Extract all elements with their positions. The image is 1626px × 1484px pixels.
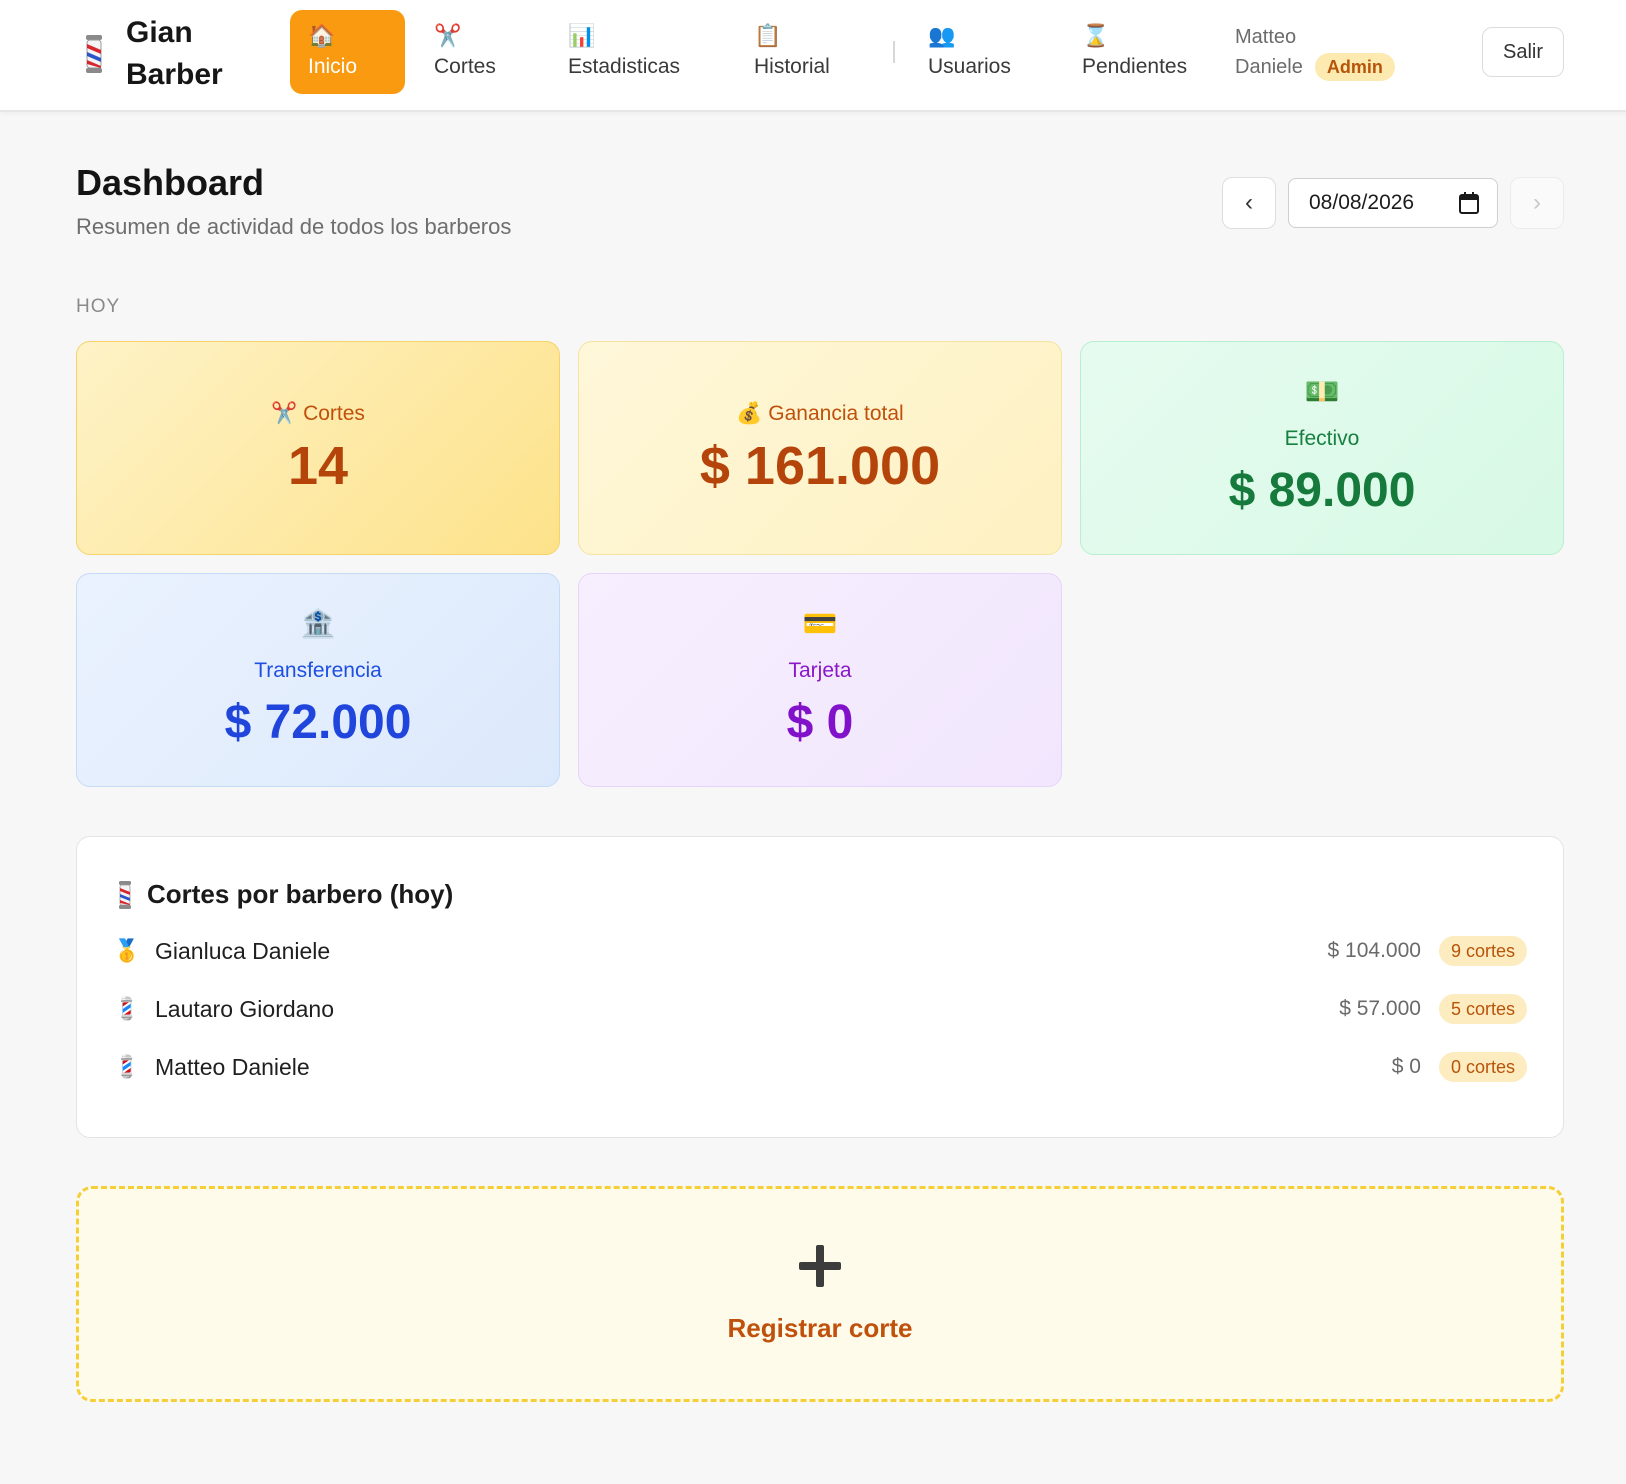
- cash-icon: 💵: [1304, 376, 1340, 407]
- barber-amount: $ 0: [1391, 1055, 1421, 1078]
- stat-label: Ganancia total: [768, 402, 904, 425]
- stat-card-efectivo: 💵 Efectivo $ 89.000: [1080, 341, 1564, 555]
- barber-name: Lautaro Giordano: [155, 995, 335, 1022]
- barber-cut-count: 9 cortes: [1438, 936, 1527, 966]
- barber-cut-count: 0 cortes: [1438, 1052, 1527, 1082]
- barber-row[interactable]: 🥇 Gianluca Daniele $ 104.000 9 cortes: [113, 931, 1527, 971]
- clipboard-icon: 📋: [754, 23, 782, 48]
- hourglass-icon: ⌛: [1082, 23, 1110, 48]
- stat-label: Transferencia: [254, 659, 382, 682]
- barber-summary-panel: Cortes por barbero (hoy) 🥇 Gianluca Dani…: [76, 836, 1564, 1138]
- nav-item-cortes[interactable]: ✂️ Cortes: [434, 10, 496, 94]
- stat-value: $ 0: [786, 696, 854, 749]
- section-label-today: HOY: [76, 296, 121, 317]
- user-info: Matteo Daniele Admin: [1235, 22, 1395, 82]
- stat-card-transferencia: 🏦 Transferencia $ 72.000: [76, 573, 560, 787]
- nav-item-historial[interactable]: 📋 Historial: [754, 10, 830, 94]
- bar-chart-icon: 📊: [568, 23, 596, 48]
- barber-amount: $ 57.000: [1339, 997, 1421, 1020]
- stat-value: $ 161.000: [699, 436, 941, 496]
- credit-card-icon: 💳: [802, 608, 838, 639]
- nav-item-pendientes[interactable]: ⌛ Pendientes: [1082, 10, 1187, 94]
- barber-pole-icon: [86, 35, 102, 73]
- barber-pole-icon: 💈: [113, 1054, 141, 1079]
- nav-item-inicio[interactable]: 🏠 Inicio: [290, 10, 405, 94]
- bank-icon: 🏦: [300, 608, 336, 639]
- role-badge: Admin: [1314, 53, 1395, 81]
- nav-item-label: Cortes: [434, 55, 496, 78]
- barber-name: Matteo Daniele: [155, 1053, 310, 1080]
- stat-label: Cortes: [303, 402, 365, 425]
- page-title: Dashboard: [76, 162, 265, 203]
- barber-name: Gianluca Daniele: [155, 937, 331, 964]
- barber-row[interactable]: 💈 Matteo Daniele $ 0 0 cortes: [113, 1047, 1527, 1087]
- brand-name-line2: Barber: [126, 58, 223, 91]
- date-value: 08/08/2026: [1309, 191, 1415, 214]
- nav-item-label: Estadisticas: [568, 55, 681, 78]
- nav-item-estadisticas[interactable]: 📊 Estadisticas: [568, 10, 680, 94]
- calendar-icon[interactable]: [1459, 192, 1479, 214]
- barber-amount: $ 104.000: [1327, 939, 1421, 962]
- users-icon: 👥: [928, 23, 956, 48]
- scissors-icon: ✂️: [434, 23, 462, 48]
- home-icon: 🏠: [308, 23, 336, 48]
- barber-pole-icon: [119, 880, 131, 909]
- user-first-name: Matteo: [1235, 26, 1297, 48]
- user-last-name: Daniele: [1235, 56, 1303, 78]
- nav-item-usuarios[interactable]: 👥 Usuarios: [928, 10, 1011, 94]
- brand-name-line1: Gian: [126, 16, 193, 49]
- stat-value: $ 89.000: [1228, 464, 1416, 517]
- prev-day-button[interactable]: ‹: [1222, 177, 1276, 229]
- register-cut-button[interactable]: Registrar corte: [76, 1186, 1564, 1402]
- nav-item-label: Historial: [754, 55, 830, 78]
- stat-value: $ 72.000: [224, 696, 412, 749]
- stat-value: 14: [287, 436, 349, 496]
- page-subtitle: Resumen de actividad de todos los barber…: [76, 214, 512, 239]
- barber-cut-count: 5 cortes: [1438, 994, 1527, 1024]
- date-input[interactable]: 08/08/2026: [1288, 178, 1498, 228]
- stat-card-cortes: ✂️ Cortes 14: [76, 341, 560, 555]
- nav-item-label: Pendientes: [1082, 55, 1188, 78]
- plus-icon: [799, 1244, 841, 1287]
- brand[interactable]: Gian Barber: [78, 12, 223, 96]
- stat-label: Tarjeta: [788, 659, 852, 682]
- logout-button[interactable]: Salir: [1482, 27, 1564, 77]
- register-cut-label: Registrar corte: [727, 1312, 913, 1343]
- nav-item-label: Inicio: [308, 55, 358, 78]
- nav-divider: [893, 41, 895, 63]
- next-day-button[interactable]: ›: [1510, 177, 1564, 229]
- barber-pole-icon: 💈: [113, 996, 141, 1021]
- stat-label: Efectivo: [1284, 427, 1360, 450]
- money-bag-icon: 💰: [736, 402, 763, 425]
- nav-item-label: Usuarios: [928, 55, 1011, 78]
- scissors-icon: ✂️: [271, 402, 298, 425]
- stat-card-tarjeta: 💳 Tarjeta $ 0: [578, 573, 1062, 787]
- barber-row[interactable]: 💈 Lautaro Giordano $ 57.000 5 cortes: [113, 989, 1527, 1029]
- gold-medal-icon: 🥇: [113, 938, 141, 963]
- stat-card-ganancia: 💰 Ganancia total $ 161.000: [578, 341, 1062, 555]
- top-navbar: Gian Barber 🏠 Inicio ✂️ Cortes 📊 Estadis…: [0, 0, 1626, 112]
- panel-title: Cortes por barbero (hoy): [147, 879, 454, 909]
